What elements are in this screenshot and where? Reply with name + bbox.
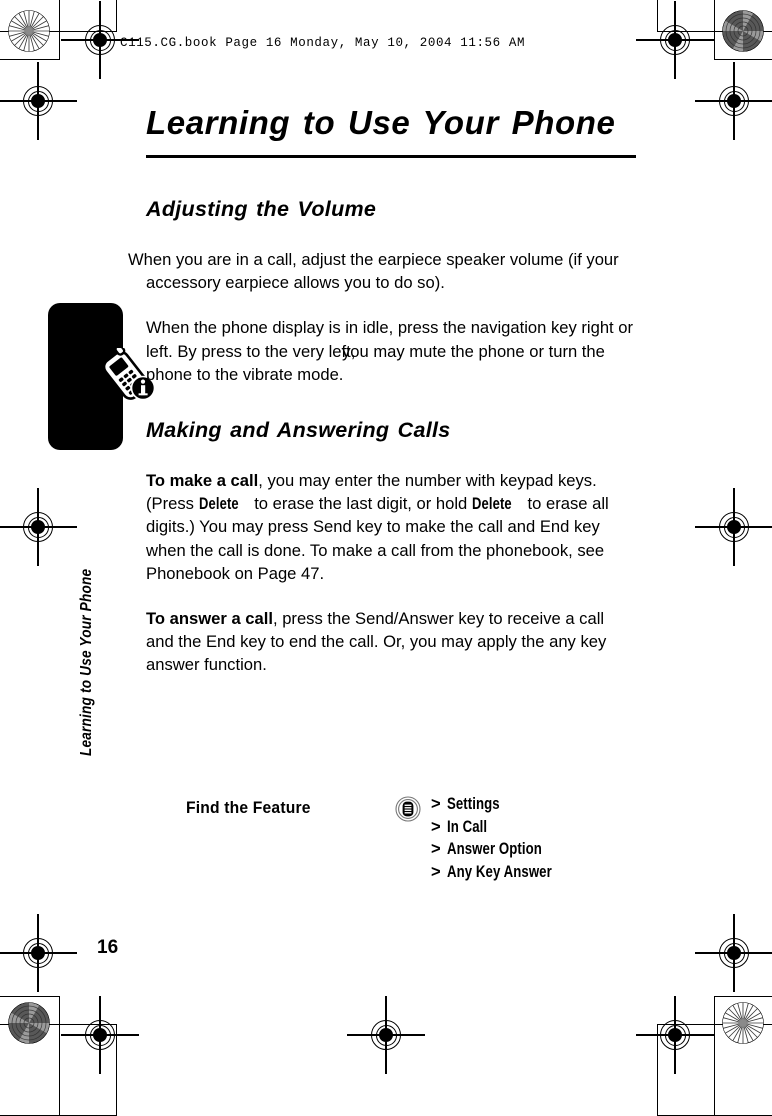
starburst-target-bottom-right (722, 1002, 764, 1044)
registration-target-mid-left (0, 488, 77, 566)
registration-target-bottom-center (347, 996, 425, 1074)
lead-to-make-a-call: To make a call (146, 470, 259, 490)
trim-box-top-right-outer (657, 0, 772, 32)
menu-item-settings[interactable]: Settings (447, 795, 500, 814)
paragraph-to-make-a-call: To make a call, you may enter the number… (146, 469, 636, 586)
menu-item-in-call[interactable]: In Call (447, 818, 487, 837)
lead-to-answer-a-call: To answer a call (146, 608, 273, 628)
page-title: Learning to Use Your Phone (146, 104, 616, 141)
starburst-target-bottom-left (8, 1002, 50, 1044)
paragraph-make-text-2: to erase the last digit, or hold (249, 494, 472, 514)
menu-path-step[interactable]: > Settings (431, 795, 578, 818)
key-label-delete-1: Delete (198, 494, 239, 514)
registration-target-bottom-right-inner (636, 996, 714, 1074)
registration-target-top-right-lower (695, 62, 772, 140)
page-content: Learning to Use Your Phone Adjusting the… (128, 104, 636, 677)
section-heading-making-and-answering-calls: Making and Answering Calls (146, 417, 451, 442)
menu-path-step[interactable]: > Answer Option (431, 840, 578, 863)
trim-box-top-right (714, 0, 772, 60)
path-separator-icon: > (431, 817, 441, 836)
trim-box-top-left-outer (0, 0, 117, 32)
path-separator-icon: > (431, 862, 441, 881)
find-the-feature-path: > Settings > In Call > Answer Option > A… (431, 795, 578, 885)
menu-item-answer-option[interactable]: Answer Option (447, 840, 542, 859)
menu-path-step[interactable]: > In Call (431, 818, 578, 841)
trim-box-bottom-left (0, 996, 60, 1116)
trim-box-bottom-right (714, 996, 772, 1116)
chapter-side-tab-label: Learning to Use Your Phone (78, 568, 95, 756)
find-the-feature-label: Find the Feature (186, 798, 321, 818)
find-the-feature-label-text: Find the Feature (186, 798, 311, 817)
registration-target-bottom-right-upper (695, 914, 772, 992)
menu-path-step[interactable]: > Any Key Answer (431, 863, 578, 886)
menu-key-icon (395, 796, 421, 822)
registration-target-bottom-left-upper (0, 914, 77, 992)
registration-target-bottom-left-inner (61, 996, 139, 1074)
file-header-stamp: C115.CG.book Page 16 Monday, May 10, 200… (120, 36, 526, 50)
chapter-side-tab: Learning to Use Your Phone (78, 466, 104, 756)
registration-target-mid-right (695, 488, 772, 566)
path-separator-icon: > (431, 795, 441, 813)
paragraph-volume-1: When you are in a call, adjust the earpi… (128, 249, 619, 292)
title-divider (146, 155, 636, 158)
menu-item-any-key-answer[interactable]: Any Key Answer (447, 863, 552, 882)
starburst-target-top-left (8, 10, 50, 52)
trim-box-top-left (0, 0, 60, 60)
trim-box-bottom-left-outer (0, 1024, 117, 1116)
paragraph-volume-2: When the phone display is in idle, press… (146, 316, 636, 386)
registration-target-top-right-inner (636, 1, 714, 79)
key-label-delete-2: Delete (471, 494, 512, 514)
path-separator-icon: > (431, 840, 441, 859)
registration-target-top-left-lower (0, 62, 77, 140)
section-heading-adjusting-the-volume: Adjusting the Volume (146, 196, 377, 221)
starburst-target-top-right (722, 10, 764, 52)
registration-target-top-left-inner (61, 1, 139, 79)
trim-box-bottom-right-outer (657, 1024, 772, 1116)
paragraph-to-answer-a-call: To answer a call, press the Send/Answer … (146, 607, 636, 677)
page-number: 16 (97, 937, 119, 958)
